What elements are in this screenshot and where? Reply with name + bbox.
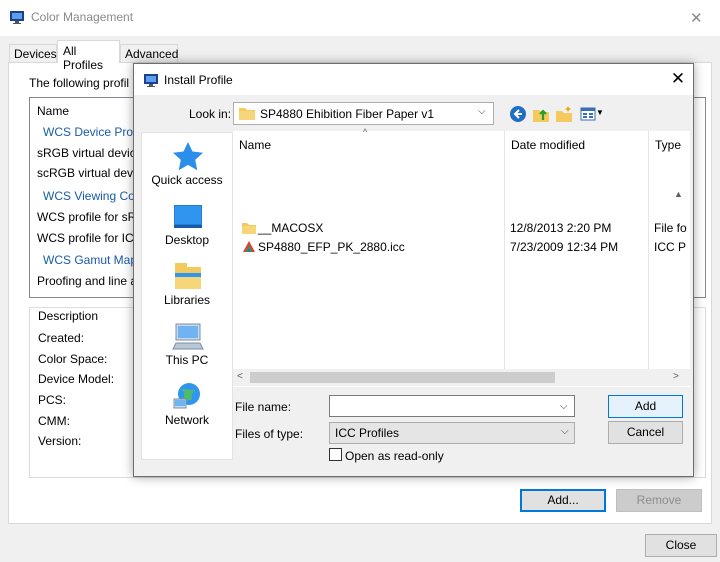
look-in-dropdown[interactable]: SP4880 Ehibition Fiber Paper v1 ⌵ <box>233 102 494 125</box>
look-in-label: Look in: <box>189 107 232 121</box>
place-network[interactable]: Network <box>142 373 232 433</box>
open-readonly-label[interactable]: Open as read-only <box>345 449 444 463</box>
chevron-down-icon[interactable]: ⌵ <box>560 401 568 412</box>
scroll-right-icon[interactable]: > <box>673 371 679 382</box>
file-type: ICC P <box>654 240 687 254</box>
cancel-button[interactable]: Cancel <box>608 421 683 444</box>
place-this-pc[interactable]: This PC <box>142 313 232 373</box>
field-device-model-label: Device Model: <box>38 372 115 386</box>
open-readonly-checkbox[interactable] <box>329 448 342 461</box>
libraries-icon <box>175 263 201 289</box>
window-title: Color Management <box>31 10 134 24</box>
place-label: Desktop <box>164 233 210 247</box>
file-name-label: File name: <box>235 400 292 414</box>
place-quick-access[interactable]: Quick access <box>142 133 232 193</box>
places-bar: Quick access Desktop Libraries This PC N… <box>141 132 233 460</box>
column-header-type[interactable]: Type <box>655 138 681 152</box>
scrollbar-thumb[interactable] <box>250 372 555 383</box>
place-libraries[interactable]: Libraries <box>142 253 232 313</box>
list-item[interactable]: WCS Gamut Map <box>43 253 137 267</box>
list-item[interactable]: WCS Viewing Co <box>43 189 135 203</box>
up-folder-icon[interactable] <box>532 105 550 123</box>
close-button[interactable]: Close <box>645 534 717 557</box>
file-name: __MACOSX <box>258 221 324 235</box>
computer-icon <box>172 323 204 350</box>
dialog-titlebar: Install Profile ✕ <box>134 64 693 95</box>
install-profile-dialog: Install Profile ✕ Look in: SP4880 Ehibit… <box>133 63 694 477</box>
close-icon[interactable]: ✕ <box>668 69 688 89</box>
chevron-down-icon[interactable]: ▼ <box>596 108 604 117</box>
list-item[interactable]: WCS profile for IC <box>37 231 134 245</box>
file-date: 7/23/2009 12:34 PM <box>510 240 619 254</box>
place-label: This PC <box>165 353 209 367</box>
place-label: Network <box>164 413 209 427</box>
tab-all-profiles[interactable]: All Profiles <box>57 40 120 72</box>
desktop-icon <box>174 205 202 228</box>
list-item[interactable]: WCS Device Profi <box>43 125 139 139</box>
list-item[interactable]: WCS profile for sR <box>37 210 136 224</box>
list-item[interactable]: scRGB virtual devic <box>37 166 142 180</box>
field-created-label: Created: <box>38 331 85 345</box>
scroll-left-icon[interactable]: < <box>237 371 243 382</box>
list-item[interactable]: sRGB virtual device <box>37 146 142 160</box>
files-of-type-label: Files of type: <box>235 427 304 441</box>
description-heading: Description <box>38 309 99 323</box>
new-folder-icon[interactable] <box>555 105 573 123</box>
file-row[interactable]: SP4880_EFP_PK_2880.icc 7/23/2009 12:34 P… <box>233 239 690 256</box>
files-of-type-value: ICC Profiles <box>335 426 400 440</box>
chevron-down-icon[interactable]: ⌵ <box>561 426 569 437</box>
icc-profile-icon <box>243 241 255 252</box>
star-icon <box>173 142 203 171</box>
chevron-down-icon[interactable]: ⌵ <box>478 106 486 117</box>
field-cmm-label: CMM: <box>38 414 70 428</box>
file-list[interactable]: ^ Name Date modified Type ▲ __MACOSX 12/… <box>233 127 690 387</box>
file-type: File fo <box>654 221 687 235</box>
view-menu-icon[interactable] <box>579 105 597 123</box>
window-close-icon[interactable]: ✕ <box>690 9 703 27</box>
field-version-label: Version: <box>38 434 82 448</box>
tab-devices[interactable]: Devices <box>9 44 57 62</box>
place-desktop[interactable]: Desktop <box>142 193 232 253</box>
column-header-name[interactable]: Name <box>239 138 271 152</box>
field-pcs-label: PCS: <box>38 393 67 407</box>
column-header-date-modified[interactable]: Date modified <box>511 138 585 152</box>
color-management-titlebar: Color Management ✕ <box>0 0 720 36</box>
folder-icon <box>242 223 256 234</box>
place-label: Libraries <box>163 293 211 307</box>
list-item[interactable]: Proofing and line a <box>37 274 137 288</box>
tab-advanced[interactable]: Advanced <box>120 44 178 62</box>
remove-profile-button[interactable]: Remove <box>616 489 702 512</box>
file-name: SP4880_EFP_PK_2880.icc <box>258 240 405 254</box>
file-date: 12/8/2013 2:20 PM <box>510 221 612 235</box>
field-color-space-label: Color Space: <box>38 352 108 366</box>
list-header-name[interactable]: Name <box>37 104 69 118</box>
add-profile-button[interactable]: Add... <box>520 489 606 512</box>
monitor-icon <box>10 11 24 24</box>
add-button[interactable]: Add <box>608 395 683 418</box>
monitor-icon <box>144 74 158 87</box>
horizontal-scrollbar[interactable]: < > <box>233 369 690 386</box>
network-icon <box>173 383 200 409</box>
back-icon[interactable] <box>509 105 527 123</box>
folder-icon <box>239 108 255 120</box>
dialog-title: Install Profile <box>164 73 233 87</box>
files-of-type-dropdown[interactable]: ICC Profiles ⌵ <box>329 422 575 444</box>
file-row[interactable]: __MACOSX 12/8/2013 2:20 PM File fo <box>233 220 690 237</box>
scroll-up-icon[interactable]: ▲ <box>674 189 683 199</box>
file-name-input[interactable] <box>329 395 575 417</box>
place-label: Quick access <box>151 173 223 187</box>
intro-text: The following profil <box>29 76 130 90</box>
sort-ascending-icon: ^ <box>363 127 368 137</box>
look-in-value: SP4880 Ehibition Fiber Paper v1 <box>260 107 435 121</box>
